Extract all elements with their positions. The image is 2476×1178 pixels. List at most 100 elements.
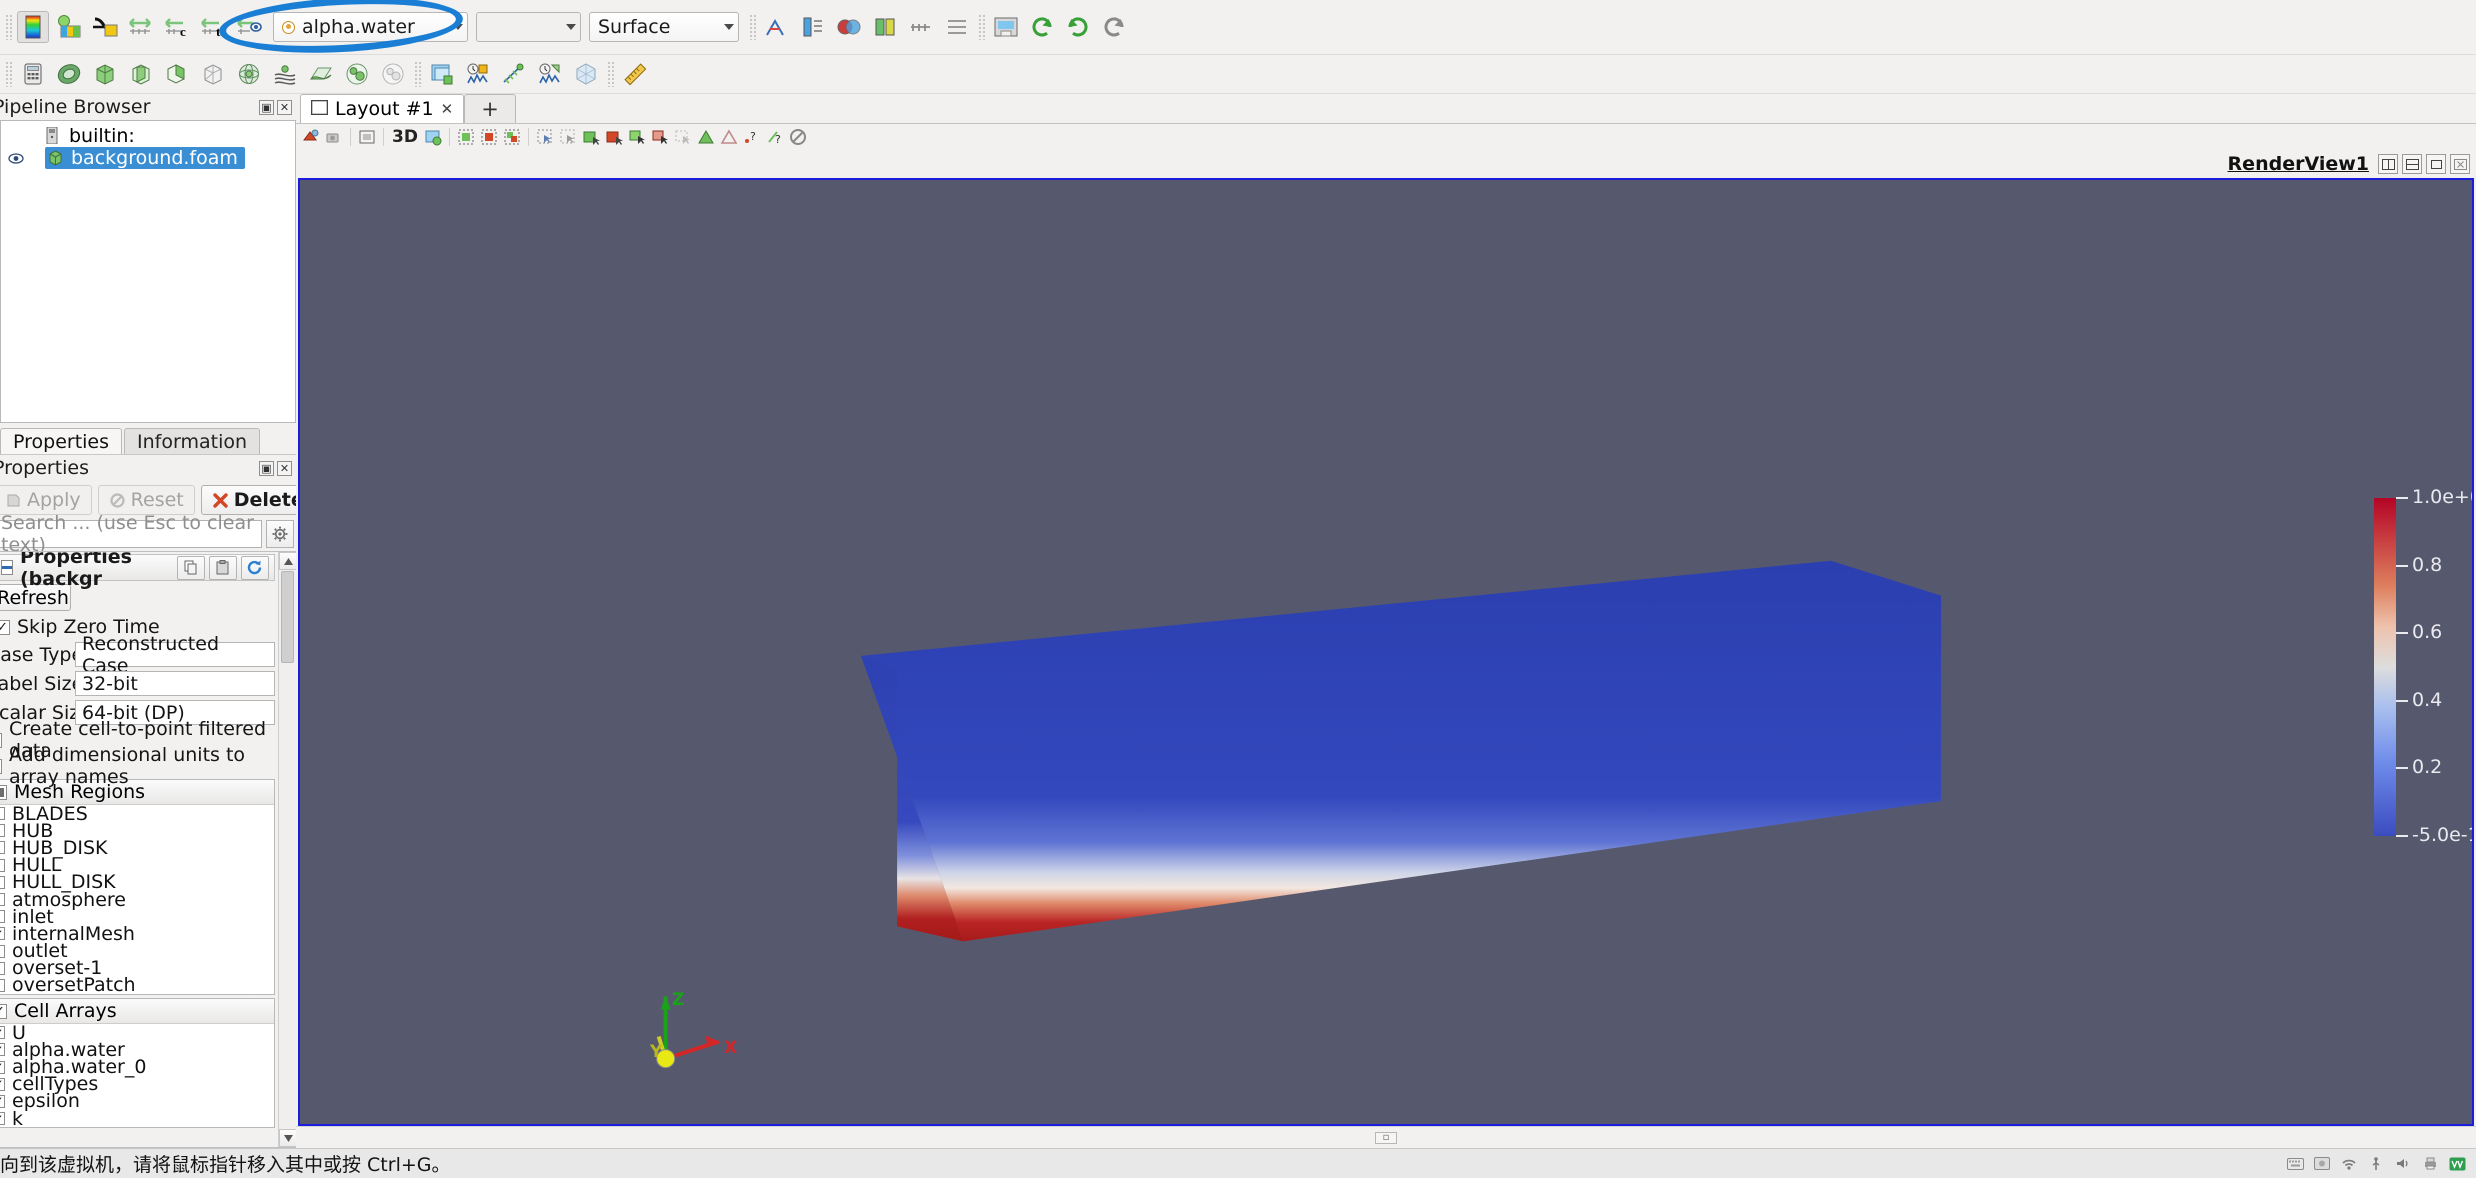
render-view-settings-button[interactable] xyxy=(422,126,444,148)
cell-array-checkbox[interactable]: ✓ xyxy=(0,1061,5,1074)
mesh-regions-listbox[interactable]: Mesh Regions BLADESHUBHUB_DISKHULLHULL_D… xyxy=(0,779,275,995)
mesh-region-checkbox[interactable] xyxy=(0,893,5,906)
cell-array-checkbox[interactable]: ✓ xyxy=(0,1026,5,1039)
cell-arrays-checkbox[interactable]: ✓ xyxy=(0,1004,7,1019)
mesh-regions-checkbox[interactable] xyxy=(0,785,7,800)
cell-array-item[interactable]: ✓k xyxy=(0,1110,274,1127)
apply-button[interactable]: Apply xyxy=(0,485,92,515)
cell-array-checkbox[interactable]: ✓ xyxy=(0,1095,5,1108)
view-resize-handle[interactable]: ▫ xyxy=(1375,1132,1397,1144)
properties-scrollbar[interactable] xyxy=(278,552,296,1147)
vmware-icon[interactable] xyxy=(2448,1156,2466,1172)
cell-arrays-header[interactable]: ✓ Cell Arrays xyxy=(0,999,274,1024)
close-view-button[interactable] xyxy=(2450,154,2470,174)
change-vector-mode-button[interactable] xyxy=(761,11,793,43)
create-cell-to-point-checkbox[interactable]: ✓ xyxy=(0,733,2,748)
pipeline-float-button[interactable]: ▣ xyxy=(259,100,274,115)
tab-information[interactable]: Information xyxy=(124,428,260,454)
select-points-button[interactable] xyxy=(478,126,500,148)
cell-array-checkbox[interactable]: ✓ xyxy=(0,1043,5,1056)
cell-array-checkbox[interactable]: ✓ xyxy=(0,1078,5,1091)
rescale-custom-2-button[interactable] xyxy=(905,11,937,43)
advanced-properties-button[interactable] xyxy=(266,520,294,548)
mesh-region-checkbox[interactable] xyxy=(0,876,5,889)
restore-defaults-button[interactable] xyxy=(241,556,269,580)
mesh-region-checkbox[interactable] xyxy=(0,945,5,958)
plot-data-over-time-button[interactable] xyxy=(534,58,566,90)
rescale-visible-range-2-button[interactable] xyxy=(233,11,265,43)
warp-filter-button[interactable] xyxy=(305,58,337,90)
calculator-filter-button[interactable] xyxy=(17,58,49,90)
add-layout-tab-button[interactable]: + xyxy=(464,94,516,123)
properties-group-header[interactable]: Properties (backgr xyxy=(0,554,275,581)
copy-properties-button[interactable] xyxy=(177,556,205,580)
select-polygon-button[interactable] xyxy=(557,126,579,148)
rescale-data-range-3-button[interactable] xyxy=(941,11,973,43)
collapse-icon[interactable] xyxy=(1,560,13,575)
render-view[interactable]: Z X Y 1.0e+000.80.60.40.2-5.0e-11 alpha.… xyxy=(298,178,2474,1126)
search-input[interactable]: Search ... (use Esc to clear text) xyxy=(0,520,262,548)
contour-filter-button[interactable] xyxy=(53,58,85,90)
edit-color-legend-props-button[interactable] xyxy=(797,11,829,43)
mesh-region-checkbox[interactable] xyxy=(0,807,5,820)
hover-cells-button[interactable] xyxy=(626,126,648,148)
filters-grip-2[interactable] xyxy=(414,61,421,87)
pipeline-close-button[interactable]: ✕ xyxy=(277,100,292,115)
show-center-button[interactable]: ? xyxy=(741,126,763,148)
volume-icon[interactable] xyxy=(2394,1156,2412,1172)
rescale-to-visible-range-button[interactable]: t xyxy=(197,11,229,43)
layout-tab-close-icon[interactable]: ✕ xyxy=(441,100,454,118)
representation-combo[interactable]: Surface xyxy=(589,12,739,42)
last-used-filter-button[interactable] xyxy=(426,58,458,90)
refresh-button[interactable]: Refresh xyxy=(0,584,71,611)
clip-filter-button[interactable] xyxy=(89,58,121,90)
extract-subset-filter-button[interactable] xyxy=(197,58,229,90)
plot-selection-over-time-button[interactable] xyxy=(498,58,530,90)
mesh-region-checkbox[interactable]: ✓ xyxy=(0,927,5,940)
printer-icon[interactable] xyxy=(2421,1156,2439,1172)
reset-button[interactable]: Reset xyxy=(98,485,195,515)
stream-tracer-filter-button[interactable] xyxy=(269,58,301,90)
extract-level-filter-button[interactable] xyxy=(377,58,409,90)
toolbar-grip-2[interactable] xyxy=(749,14,756,40)
interactive-select-points-button[interactable] xyxy=(603,126,625,148)
label-size-value[interactable]: 32-bit xyxy=(75,671,275,696)
mesh-region-checkbox[interactable] xyxy=(0,979,5,992)
separate-colormap-button[interactable] xyxy=(869,11,901,43)
group-datasets-filter-button[interactable] xyxy=(341,58,373,90)
render-canvas[interactable] xyxy=(300,180,2472,1126)
slice-filter-button[interactable] xyxy=(125,58,157,90)
rescale-to-data-range-button[interactable] xyxy=(89,11,121,43)
measurement-ruler-button[interactable] xyxy=(619,58,651,90)
paste-properties-button[interactable] xyxy=(209,556,237,580)
properties-float-button[interactable]: ▣ xyxy=(259,461,274,476)
select-cells-through-button[interactable] xyxy=(501,126,523,148)
reset-center-button[interactable] xyxy=(787,126,809,148)
interaction-mode-button[interactable] xyxy=(356,126,378,148)
properties-close-button[interactable]: ✕ xyxy=(277,461,292,476)
zoom-closest-button[interactable] xyxy=(718,126,740,148)
toolbar-grip-3[interactable] xyxy=(978,14,985,40)
scroll-down-button[interactable] xyxy=(279,1129,296,1147)
usb-icon[interactable] xyxy=(2367,1156,2385,1172)
keyboard-icon[interactable] xyxy=(2286,1156,2304,1172)
add-dimensional-units-row[interactable]: Add dimensional units to array names xyxy=(0,753,275,779)
3d-mode-button[interactable]: 3D xyxy=(389,127,421,147)
cell-array-checkbox[interactable]: ✓ xyxy=(0,1112,5,1125)
mesh-region-checkbox[interactable] xyxy=(0,841,5,854)
reset-camera-button[interactable] xyxy=(1098,11,1130,43)
mesh-region-checkbox[interactable] xyxy=(0,962,5,975)
pipeline-item-builtin[interactable]: builtin: xyxy=(1,125,295,147)
threshold-filter-button[interactable] xyxy=(161,58,193,90)
rescale-to-custom-range-button[interactable] xyxy=(125,11,157,43)
split-vertical-button[interactable] xyxy=(2402,154,2422,174)
zoom-to-box-button[interactable] xyxy=(695,126,717,148)
filters-toolbar-grip[interactable] xyxy=(5,61,12,87)
select-block-button[interactable] xyxy=(534,126,556,148)
mesh-region-item[interactable]: oversetPatch xyxy=(0,977,274,994)
spreadsheet-view-button[interactable] xyxy=(570,58,602,90)
mesh-region-checkbox[interactable] xyxy=(0,824,5,837)
save-state-button[interactable] xyxy=(990,11,1022,43)
maximize-view-button[interactable] xyxy=(2426,154,2446,174)
glyph-filter-button[interactable] xyxy=(233,58,265,90)
